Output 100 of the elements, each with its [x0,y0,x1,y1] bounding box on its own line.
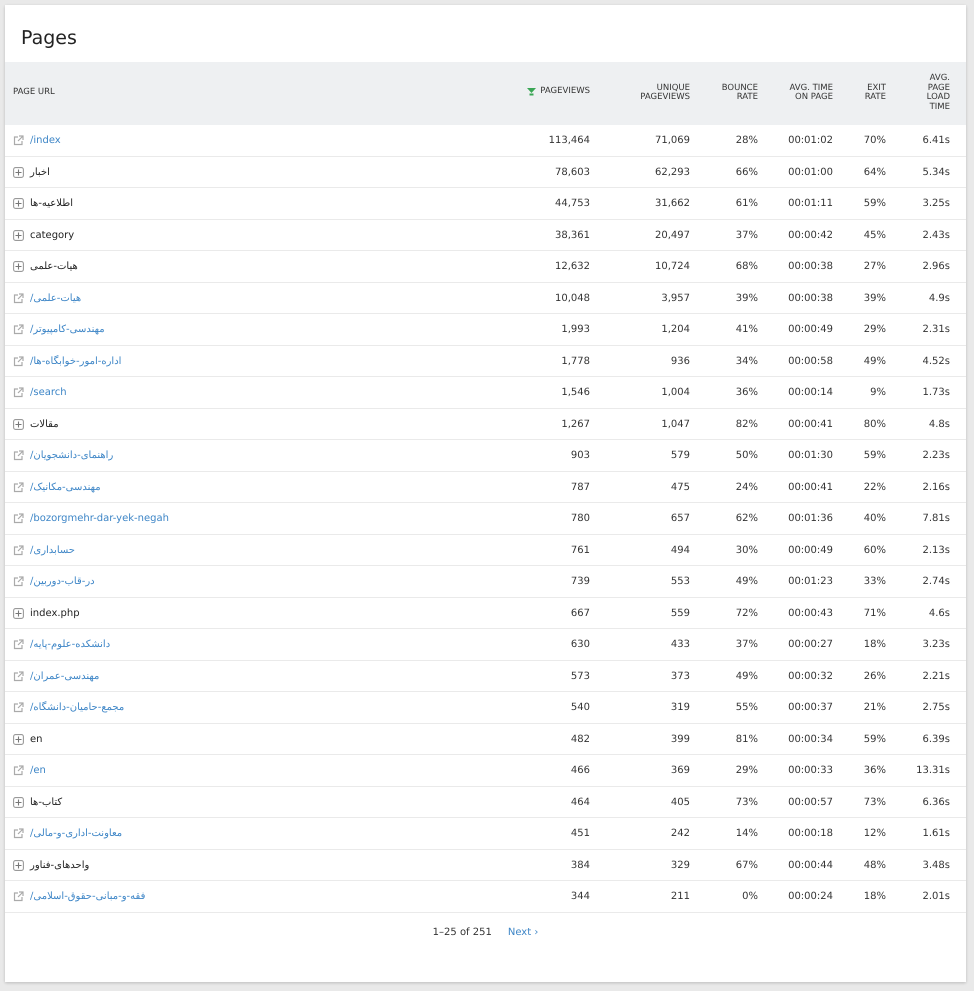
table-cell: 211 [670,891,690,902]
page-group-label[interactable]: هیات-علمی [30,259,78,274]
table-cell: 00:00:49 [788,324,833,336]
table-cell: 00:00:49 [788,544,833,556]
expand-icon[interactable] [13,860,24,871]
table-cell: 50% [736,450,758,462]
external-link-icon[interactable] [13,702,24,714]
table-cell: 466 [570,765,590,776]
table-cell: 30% [736,544,758,556]
page-link[interactable]: /مهندسی-مکانیک [30,480,101,495]
column-header[interactable]: EXIT RATE [860,84,886,104]
table-cell: 72% [736,608,758,619]
external-link-icon[interactable] [13,482,24,493]
page-link[interactable]: /اداره-امور-خوابگاه-ها [30,354,122,369]
page-link[interactable]: /حسابداری [30,542,75,558]
page-link[interactable]: /مجمع-حامیان-دانشگاه [30,700,124,716]
table-cell: 62% [736,513,758,524]
column-header[interactable]: PAGE URL [13,88,55,98]
expand-icon[interactable] [13,418,24,430]
table-cell: 4.52s [922,356,950,367]
expand-icon[interactable] [13,796,24,808]
table-cell: 667 [570,608,590,619]
external-link-icon[interactable] [13,891,24,902]
table-cell: 59% [864,450,886,462]
page-link[interactable]: /search [30,385,67,400]
page-group-label[interactable]: مقالات [30,416,59,432]
external-link-icon[interactable] [13,356,24,367]
table-cell: 7.81s [922,513,950,524]
page-range: 1–25 of 251 [432,926,492,940]
table-cell: 1,204 [661,324,690,336]
table-cell: 00:00:32 [788,670,833,682]
table-cell: 00:01:02 [788,134,833,146]
table-cell: 00:00:24 [788,891,833,902]
external-link-icon[interactable] [13,292,24,304]
page-link[interactable]: /فقه-و-مبانی-حقوق-اسلامی [30,889,146,904]
page-group-label[interactable]: واحدهای-فناور [30,858,90,873]
table-cell: 553 [670,576,690,588]
table-cell: 18% [864,639,886,650]
table-cell: 2.74s [922,576,950,588]
table-cell: 00:00:27 [788,639,833,650]
page-group-label[interactable]: en [30,732,42,747]
table-cell: 00:00:42 [788,230,833,241]
page-group-label[interactable]: اخبار [30,164,50,180]
external-link-icon[interactable] [13,765,24,776]
table-cell: 369 [670,765,690,776]
table-cell: 49% [864,356,886,367]
next-link[interactable]: Next › [508,924,538,940]
page-group-label[interactable]: اطلاعیه-ها [30,196,73,212]
page-link[interactable]: /راهنمای-دانشجویان [30,448,114,464]
external-link-icon[interactable] [13,387,24,398]
page-link[interactable]: /در-قاب-دوربین [30,574,95,590]
column-header[interactable]: PAGEVIEWS [540,86,590,97]
external-link-icon[interactable] [13,450,24,462]
expand-icon[interactable] [13,734,24,745]
table-cell: 739 [570,576,590,588]
external-link-icon[interactable] [13,828,24,840]
table-cell: 5.34s [922,166,950,178]
table-cell: 10,048 [555,292,590,304]
expand-icon[interactable] [13,608,24,619]
table-cell: 451 [570,828,590,840]
column-header[interactable]: BOUNCE RATE [721,84,758,104]
external-link-icon[interactable] [13,513,24,524]
table-cell: 00:00:43 [788,608,833,619]
table-cell: 00:00:34 [788,734,833,745]
page-group-label[interactable]: کتاب-ها [30,794,62,810]
table-cell: 14% [736,828,758,840]
expand-icon[interactable] [13,230,24,241]
table-cell: 00:00:41 [788,418,833,430]
external-link-icon[interactable] [13,544,24,556]
external-link-icon[interactable] [13,639,24,650]
table-cell: 00:00:14 [788,387,833,398]
table-cell: 00:01:30 [788,450,833,462]
page-group-label[interactable]: index.php [30,606,80,621]
external-link-icon[interactable] [13,324,24,336]
expand-icon[interactable] [13,198,24,210]
external-link-icon[interactable] [13,134,24,146]
table-cell: 12,632 [555,261,590,272]
table-cell: 2.23s [922,450,950,462]
expand-icon[interactable] [13,166,24,178]
table-cell: 3,957 [661,292,690,304]
table-cell: 12% [864,828,886,840]
external-link-icon[interactable] [13,670,24,682]
table-cell: 2.43s [922,230,950,241]
column-header[interactable]: UNIQUE PAGEVIEWS [637,84,690,104]
table-cell: 71% [864,608,886,619]
page-link[interactable]: /bozorgmehr-dar-yek-negah [30,511,169,526]
page-link[interactable]: /دانشکده-علوم-پایه [30,637,110,652]
page-link[interactable]: /مهندسی-کامپیوتر [30,322,105,338]
page-group-label[interactable]: category [30,228,74,243]
page-link[interactable]: /هیات-علمی [30,290,82,306]
table-cell: 657 [670,513,690,524]
page-link[interactable]: /معاونت-اداری-و-مالی [30,826,122,842]
page-link[interactable]: /en [30,763,46,778]
table-cell: 2.13s [922,544,950,556]
page-link[interactable]: /index [30,132,61,148]
expand-icon[interactable] [13,261,24,272]
external-link-icon[interactable] [13,576,24,588]
page-link[interactable]: /مهندسی-عمران [30,668,100,684]
table-cell: 45% [864,230,886,241]
table-cell: 6.41s [922,134,950,146]
